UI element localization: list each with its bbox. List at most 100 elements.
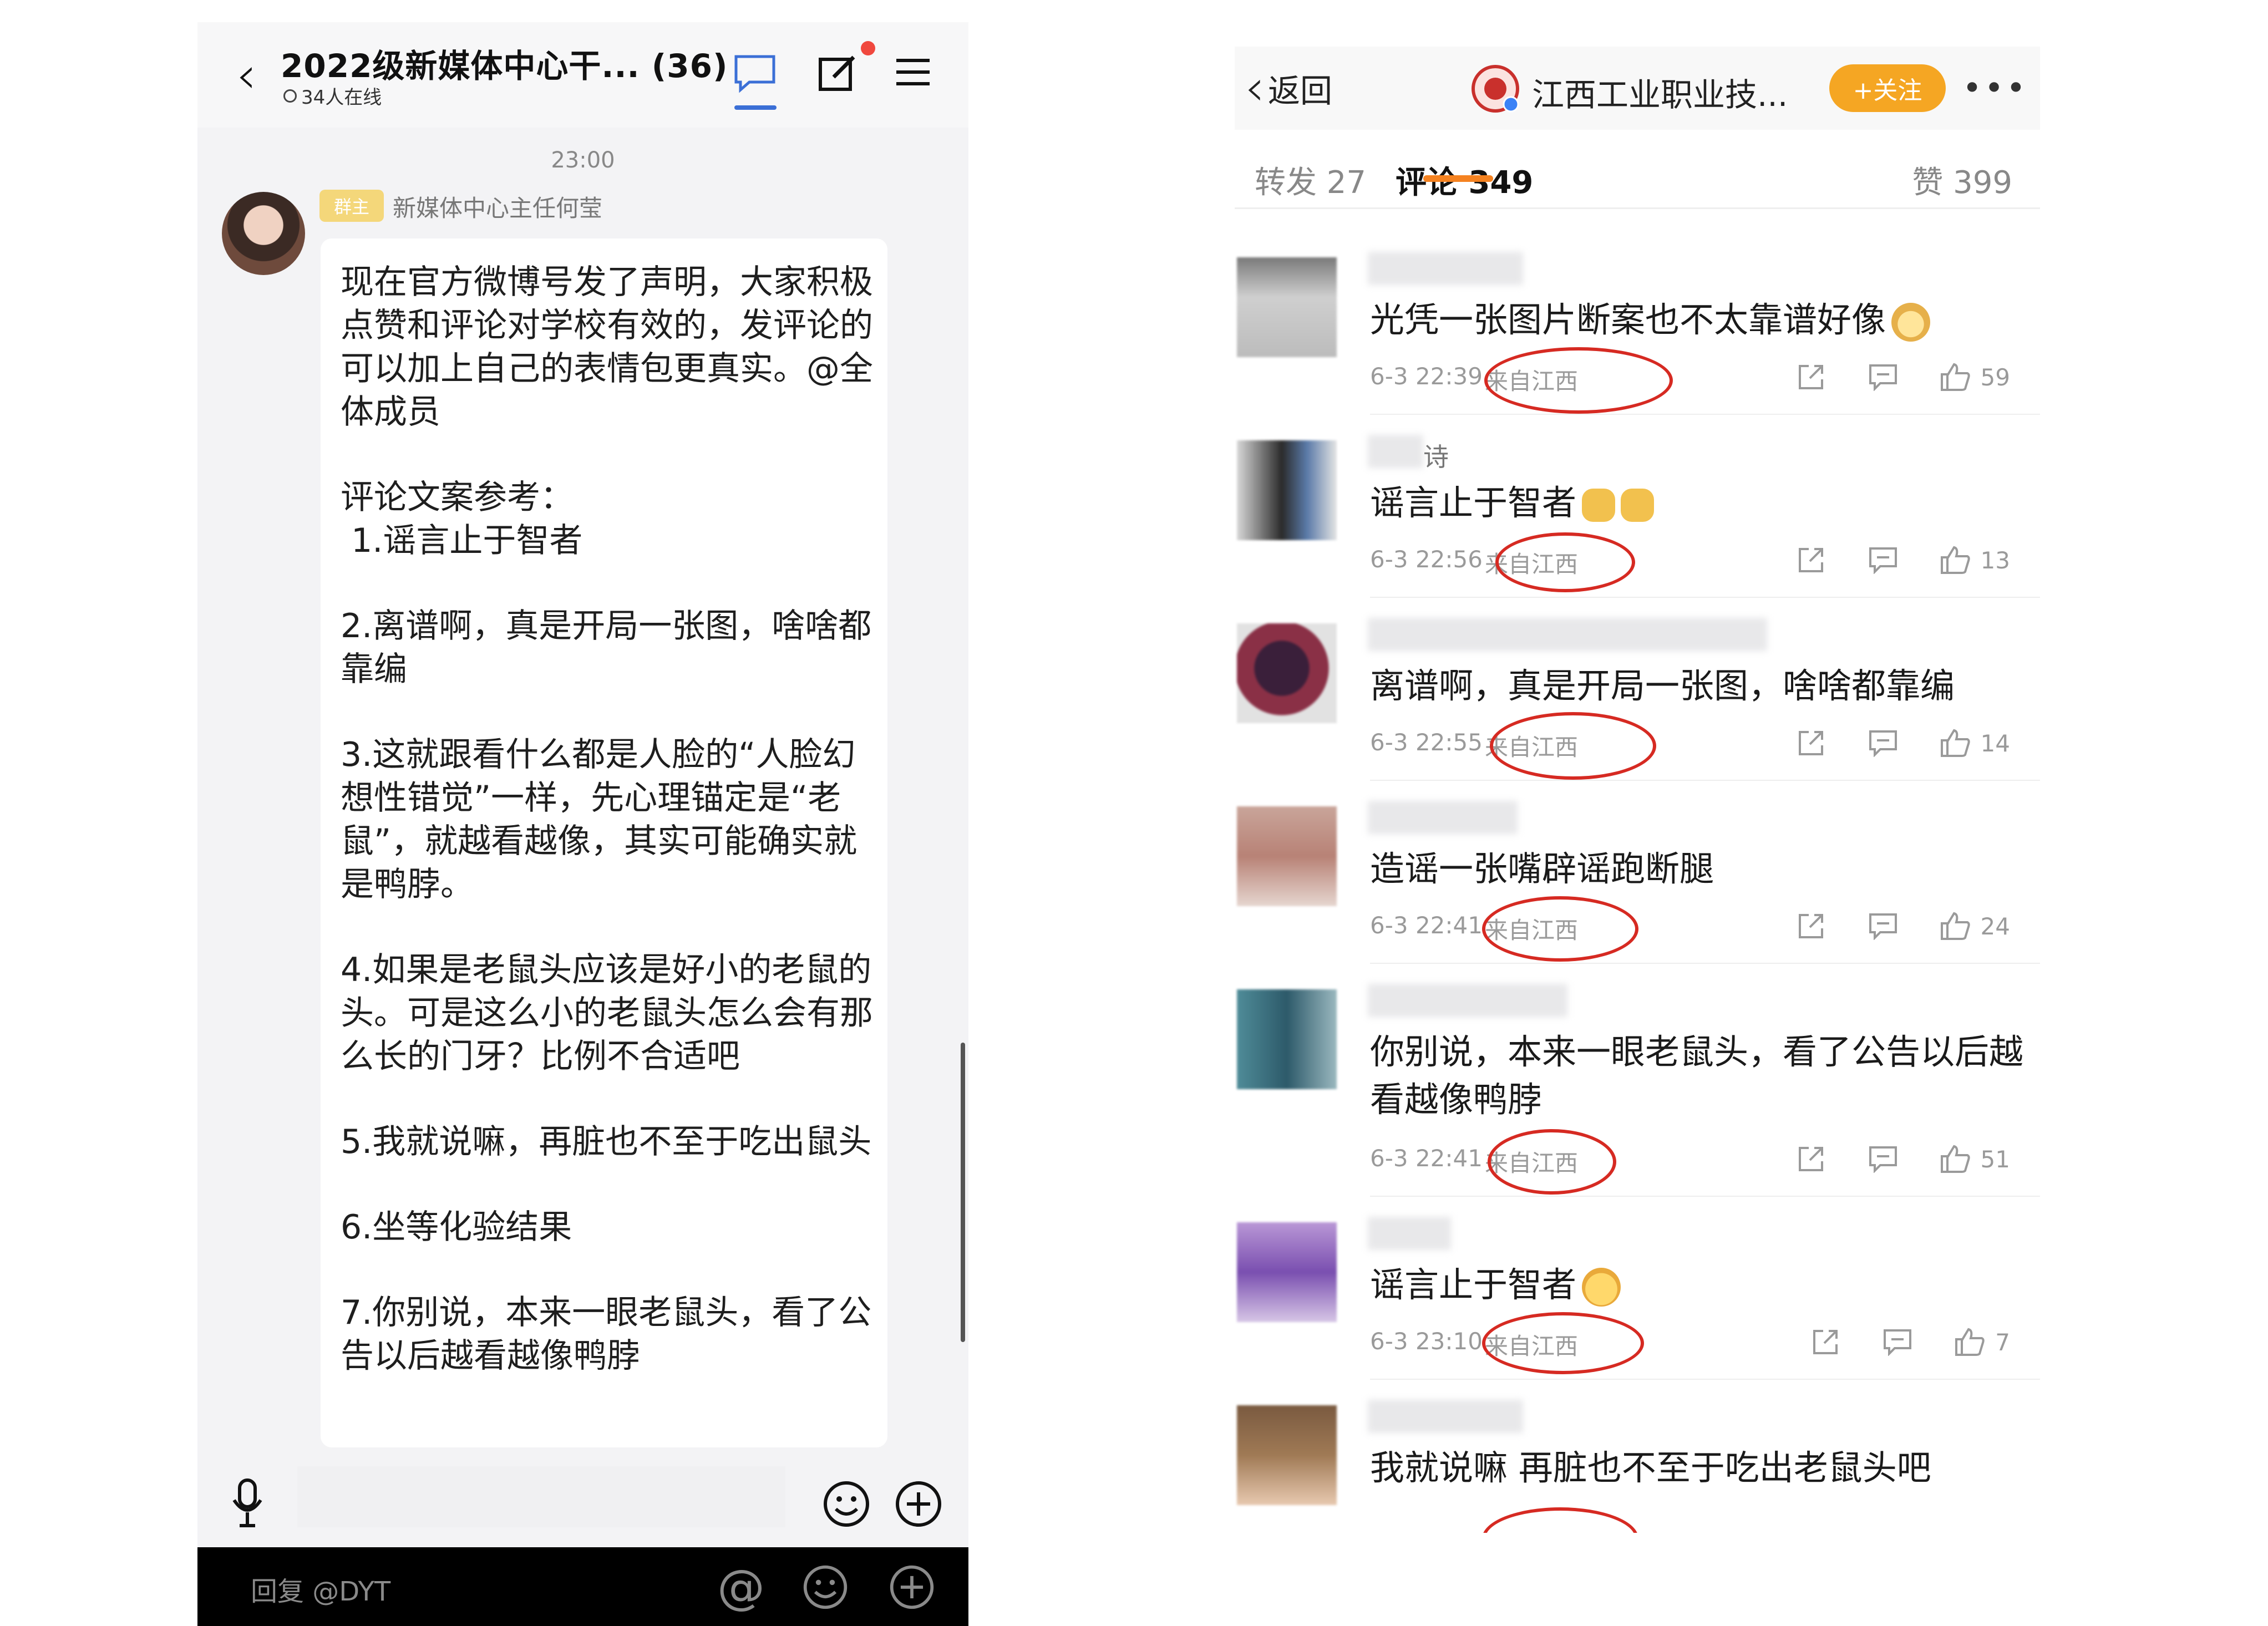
like-icon[interactable] [1937, 360, 1973, 394]
reply-input[interactable]: 回复 @DYT [251, 1569, 390, 1608]
message-paragraph: 评论文案参考： [341, 478, 574, 517]
comment-actions: 7 [1771, 1325, 2010, 1359]
like-count: 59 [1980, 363, 2010, 391]
like-icon[interactable] [1937, 1142, 1973, 1176]
online-status-icon [283, 89, 297, 103]
chat-bubble-icon[interactable] [730, 49, 780, 99]
comment-actions: 59 [1757, 360, 2010, 394]
commenter-name[interactable] [1368, 984, 1567, 1017]
like-count: 13 [1980, 546, 2010, 574]
comment-time: 6-3 22:41 [1370, 912, 1483, 939]
message-input[interactable] [297, 1466, 785, 1527]
comment-time: 6-3 23:10 [1370, 1328, 1483, 1355]
commenter-avatar[interactable] [1237, 1405, 1337, 1505]
school-logo-icon[interactable] [1468, 61, 1523, 116]
plus-circle-icon[interactable] [891, 1476, 946, 1532]
tab-like[interactable]: 赞 399 [1912, 157, 2012, 202]
like-icon[interactable] [1937, 726, 1973, 760]
reply-plus-icon[interactable] [885, 1561, 938, 1614]
active-tab-indicator [734, 105, 777, 110]
commenter-name[interactable] [1368, 618, 1767, 651]
reply-icon[interactable] [1865, 909, 1901, 943]
message-paragraph: 5.我就说嘛，再脏也不至于吃出鼠头 [341, 1122, 872, 1161]
reply-icon[interactable] [1880, 1325, 1915, 1359]
share-icon[interactable] [1793, 360, 1829, 394]
back-button[interactable]: ‹ 返回 [1245, 63, 1332, 113]
more-icon[interactable]: ••• [1962, 69, 2026, 108]
message-paragraph: 6.坐等化验结果 [341, 1208, 572, 1247]
commenter-name[interactable] [1368, 252, 1523, 285]
scrollbar[interactable] [961, 1043, 965, 1342]
divider [1370, 1196, 2040, 1197]
commenter-name[interactable] [1368, 1217, 1451, 1250]
like-icon[interactable] [1937, 909, 1973, 943]
commenter-avatar[interactable] [1237, 623, 1337, 723]
share-icon[interactable] [1808, 1325, 1843, 1359]
chevron-left-icon: ‹ [1245, 59, 1265, 117]
share-icon[interactable] [1793, 543, 1829, 577]
annotation-circle [1482, 1312, 1644, 1374]
message-paragraph: 1.谣言止于智者 [341, 521, 583, 560]
microphone-icon[interactable] [225, 1475, 270, 1531]
comment-text: 谣言止于智者 [1370, 479, 2025, 527]
comment-text: 光凭一张图片断案也不太靠谱好像 [1370, 296, 2025, 344]
like-count: 24 [1980, 912, 2010, 940]
commenter-name[interactable] [1368, 1400, 1523, 1433]
comment-time: 6-3 22:56 [1370, 546, 1483, 573]
commenter-avatar[interactable] [1237, 1222, 1337, 1322]
share-icon[interactable] [1793, 909, 1829, 943]
commenter-avatar[interactable] [1237, 440, 1337, 540]
reply-icon[interactable] [1865, 726, 1901, 760]
edit-icon[interactable] [813, 48, 863, 98]
reply-icon[interactable] [1865, 1142, 1901, 1176]
share-icon[interactable] [1793, 1142, 1829, 1176]
comment-time: 6-3 22:41 [1370, 1145, 1483, 1172]
comment-text: 造谣一张嘴辟谣跑断腿 [1370, 848, 1714, 889]
reply-smile-icon[interactable] [799, 1561, 852, 1614]
reply-icon[interactable] [1865, 360, 1901, 394]
account-name[interactable]: 江西工业职业技... [1532, 69, 1788, 115]
sender-avatar[interactable] [222, 192, 305, 275]
commenter-avatar[interactable] [1237, 989, 1337, 1089]
annotation-circle [1484, 347, 1673, 414]
message-paragraph: 2.离谱啊，真是开局一张图，啥啥都靠编 [341, 607, 872, 689]
thumbs-up-emoji-icon [1621, 488, 1655, 522]
annotation-circle [1495, 532, 1635, 592]
comment-text-content: 光凭一张图片断案也不太靠谱好像 [1370, 299, 1886, 340]
like-icon[interactable] [1952, 1325, 1987, 1359]
at-icon[interactable]: @ [713, 1559, 769, 1615]
comment-actions: 13 [1757, 543, 2010, 577]
smile-icon[interactable] [819, 1476, 874, 1532]
back-chevron-icon[interactable]: ‹ [224, 45, 268, 105]
comment-actions: 14 [1757, 726, 2010, 760]
commenter-name[interactable] [1368, 801, 1518, 834]
tab-repost[interactable]: 转发 27 [1255, 157, 1366, 202]
like-count: 14 [1980, 729, 2010, 757]
share-icon[interactable] [1793, 726, 1829, 760]
online-count: 34人在线 [283, 82, 382, 109]
divider [1370, 780, 2040, 781]
menu-icon[interactable] [891, 50, 935, 94]
active-tab-indicator [1423, 175, 1493, 182]
commenter-avatar[interactable] [1237, 257, 1337, 357]
message-bubble[interactable]: 现在官方微博号发了声明，大家积极点赞和评论对学校有效的，发评论的可以加上自己的表… [321, 238, 887, 1447]
shocked-face-emoji-icon [1582, 1267, 1621, 1307]
message-paragraph: 3.这就跟看什么都是人脸的“人脸幻想性错觉”一样，先心理锚定是“老鼠”，就越看越… [341, 735, 858, 904]
commenter-name-tail: 诗 [1423, 442, 1449, 472]
comment-text: 我就说嘛 再脏也不至于吃出老鼠头吧 [1370, 1447, 1931, 1488]
follow-button[interactable]: +关注 [1829, 64, 1946, 112]
reply-icon[interactable] [1865, 543, 1901, 577]
sender-name: 新媒体中心主任何莹 [393, 195, 603, 222]
like-icon[interactable] [1937, 543, 1973, 577]
group-title: 2022级新媒体中心干... (36) [281, 47, 728, 85]
weibo-comments-screenshot: ‹ 返回 江西工业职业技... +关注 ••• 转发 27 评论 349 赞 3… [1235, 47, 2040, 1544]
comment-actions: 51 [1757, 1142, 2010, 1176]
commenter-name[interactable] [1368, 435, 1423, 468]
commenter-avatar[interactable] [1237, 806, 1337, 906]
dog-face-emoji-icon [1891, 302, 1931, 342]
notification-dot [861, 41, 875, 55]
comment-text-content: 谣言止于智者 [1370, 1264, 1577, 1305]
thumbs-up-emoji-icon [1582, 488, 1616, 522]
comment-time: 6-3 22:55 [1370, 729, 1483, 756]
divider [1370, 963, 2040, 964]
